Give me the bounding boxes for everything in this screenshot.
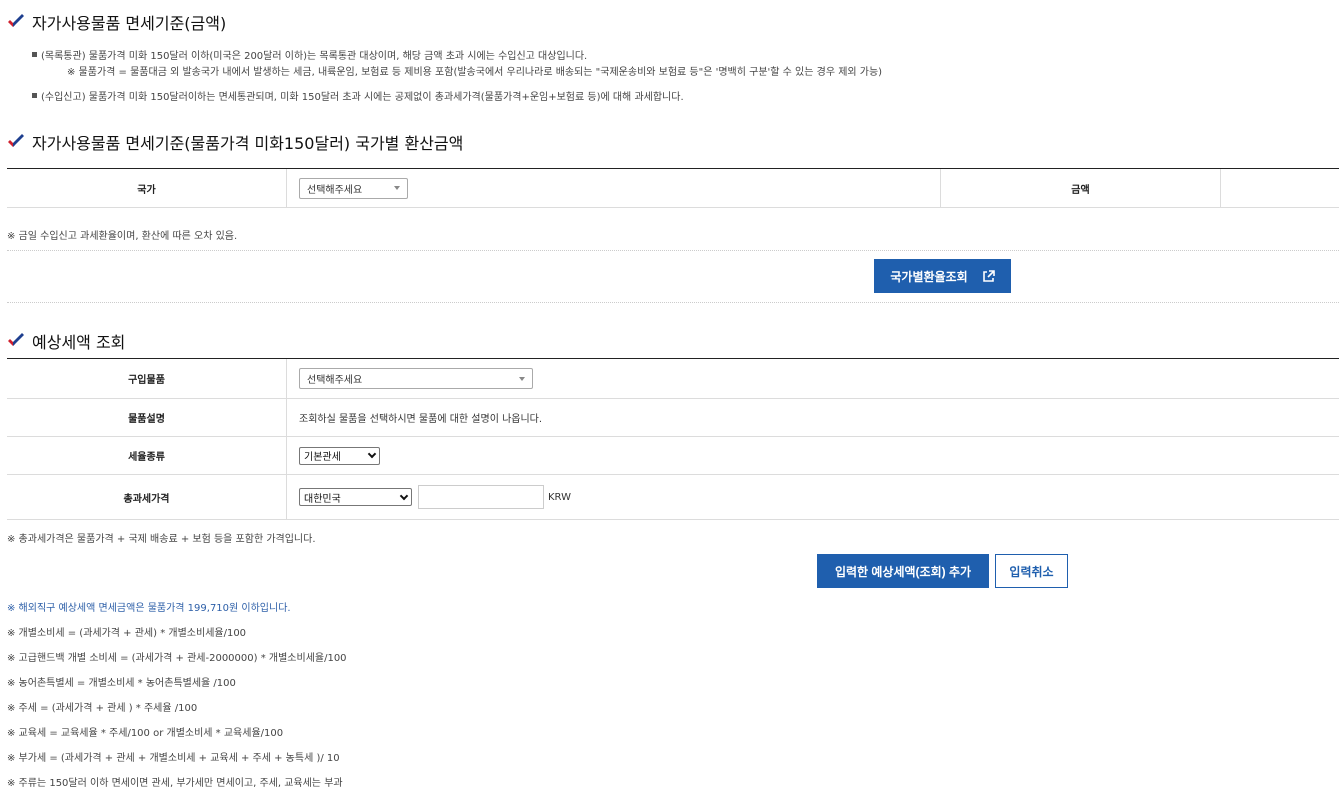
formula-note: ※ 주세 = (과세가격 + 관세 ) * 주세율 /100 — [7, 703, 198, 714]
total-label: 총과세가격 — [7, 475, 287, 519]
section-title-text: 예상세액 조회 — [32, 333, 126, 352]
section-title-text: 자가사용물품 면세기준(물품가격 미화150달러) 국가별 환산금액 — [32, 134, 464, 153]
section-title-estimated-tax: 예상세액 조회 — [7, 329, 125, 353]
exchange-rate-note: ※ 금일 수입신고 과세환율이며, 환산에 따른 오차 있음. — [7, 231, 238, 242]
cancel-input-button[interactable]: 입력취소 — [995, 554, 1068, 588]
add-estimated-tax-button[interactable]: 입력한 예상세액(조회) 추가 — [817, 554, 989, 588]
table-row: 세율종류 기본관세 — [7, 437, 1339, 475]
section-title-text: 자가사용물품 면세기준(금액) — [32, 14, 227, 33]
formula-note: ※ 부가세 = (과세가격 + 관세 + 개별소비세 + 교육세 + 주세 + … — [7, 753, 340, 764]
formula-note: ※ 고급핸드백 개별 소비세 = (과세가격 + 관세-2000000) * 개… — [7, 653, 347, 664]
rate-label: 세율종류 — [7, 437, 287, 474]
amount-label: 금액 — [941, 169, 1221, 207]
item-label: 구입물품 — [7, 359, 287, 398]
divider — [7, 302, 1339, 303]
estimated-tax-table: 구입물품 선택해주세요 물품설명 조회하실 물품을 선택하시면 물품에 대한 설… — [7, 358, 1339, 520]
bullet-list-item: (수입신고) 물품가격 미화 150달러이하는 면세통관되며, 미화 150달러… — [32, 88, 684, 103]
total-cell: 대한민국 KRW — [287, 475, 1339, 519]
section-title-duty-free-amount: 자가사용물품 면세기준(금액) — [7, 10, 226, 34]
desc-value: 조회하실 물품을 선택하시면 물품에 대한 설명이 나옵니다. — [299, 414, 543, 425]
country-select[interactable]: 선택해주세요 — [299, 177, 408, 199]
country-conversion-table: 국가 선택해주세요 금액 — [7, 168, 1339, 208]
formula-note: ※ 주류는 150달러 이하 면세이면 관세, 부가세만 면세이고, 주세, 교… — [7, 778, 343, 789]
currency-unit: KRW — [548, 491, 571, 503]
formula-note: ※ 해외직구 예상세액 면세금액은 물품가격 199,710원 이하입니다. — [7, 603, 291, 614]
rate-cell: 기본관세 — [287, 437, 1339, 474]
square-bullet-icon — [32, 52, 37, 57]
country-cell: 선택해주세요 — [287, 169, 941, 207]
desc-label: 물품설명 — [7, 399, 287, 436]
check-icon — [8, 134, 24, 147]
check-icon — [8, 14, 24, 27]
check-icon — [8, 333, 24, 346]
section-title-country-conversion: 자가사용물품 면세기준(물품가격 미화150달러) 국가별 환산금액 — [7, 130, 463, 154]
divider — [7, 250, 1339, 251]
amount-value — [1221, 169, 1339, 207]
total-taxable-note: ※ 총과세가격은 물품가격 + 국제 배송료 + 보험 등을 포함한 가격입니다… — [7, 534, 316, 545]
caret-down-icon — [519, 376, 525, 381]
taxable-amount-input[interactable] — [418, 485, 544, 509]
formula-note: ※ 개별소비세 = (과세가격 + 관세) * 개별소비세율/100 — [7, 628, 247, 639]
square-bullet-icon — [32, 93, 37, 98]
formula-note: ※ 교육세 = 교육세율 * 주세/100 or 개별소비세 * 교육세율/10… — [7, 728, 284, 739]
chevron-down-icon — [367, 449, 377, 459]
currency-select[interactable]: 대한민국 — [299, 488, 412, 506]
bullet-list-item: (목록통관) 물품가격 미화 150달러 이하(미국은 200달러 이하)는 목… — [32, 47, 587, 62]
item-cell: 선택해주세요 — [287, 359, 1339, 398]
caret-down-icon — [394, 186, 400, 190]
rate-type-select[interactable]: 기본관세 — [299, 446, 380, 465]
formula-note: ※ 농어촌특별세 = 개별소비세 * 농어촌특별세율 /100 — [7, 678, 236, 689]
exchange-rate-lookup-button[interactable]: 국가별환율조회 — [874, 259, 1011, 293]
table-row: 물품설명 조회하실 물품을 선택하시면 물품에 대한 설명이 나옵니다. — [7, 399, 1339, 437]
item-select[interactable]: 선택해주세요 — [299, 368, 533, 389]
country-label: 국가 — [7, 169, 287, 207]
table-row: 국가 선택해주세요 금액 — [7, 169, 1339, 208]
table-row: 총과세가격 대한민국 KRW — [7, 475, 1339, 520]
table-row: 구입물품 선택해주세요 — [7, 359, 1339, 399]
chevron-down-icon — [399, 491, 409, 500]
bullet-subnote: ※ 물품가격 = 물품대금 외 발송국가 내에서 발생하는 세금, 내륙운임, … — [67, 67, 883, 78]
external-link-icon — [982, 269, 995, 282]
